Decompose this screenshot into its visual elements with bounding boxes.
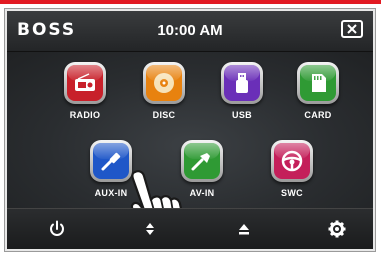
aux-jack-icon [101,152,121,171]
usb-icon [236,73,248,93]
swc-tile-face [274,143,310,179]
card-label: CARD [304,110,332,120]
bottom-control-bar [7,208,373,249]
disc-app-button[interactable]: DISC [129,62,199,120]
top-accent-line [0,0,381,4]
power-icon[interactable] [47,219,67,239]
clock: 10:00 AM [157,22,223,39]
usb-tile [221,62,263,104]
app-grid: RADIO DISC USB CARD AUX-IN AV-IN SWC [7,52,373,240]
swc-tile [271,140,313,182]
disc-label: DISC [152,110,176,120]
av-plug-icon [191,153,210,171]
steering-wheel-icon [281,150,303,172]
eject-icon[interactable] [234,219,254,239]
disc-tile-face [146,65,182,101]
swc-app-button[interactable]: SWC [257,140,327,198]
disc-icon [154,73,174,93]
gear-icon[interactable] [327,219,347,239]
up-down-arrows-icon[interactable] [140,219,160,239]
radio-tile-face [67,65,103,101]
usb-label: USB [232,110,252,120]
radio-label: RADIO [69,110,101,120]
card-tile [297,62,339,104]
aux-in-tile-face [93,143,129,179]
sd-card-icon [312,74,326,92]
head-unit-screen: BOSS 10:00 AM RADIO DISC USB CARD AUX-IN… [5,9,375,251]
radio-icon [75,73,95,91]
disc-tile [143,62,185,104]
radio-app-button[interactable]: RADIO [50,62,120,120]
usb-tile-face [224,65,260,101]
usb-app-button[interactable]: USB [207,62,277,120]
aux-in-tile [90,140,132,182]
card-tile-face [300,65,336,101]
close-window-icon [347,24,357,34]
swc-label: SWC [281,188,303,198]
card-app-button[interactable]: CARD [283,62,353,120]
status-bar: BOSS 10:00 AM [7,11,373,52]
radio-tile [64,62,106,104]
av-in-tile-face [184,143,220,179]
close-window-button[interactable] [341,20,363,38]
